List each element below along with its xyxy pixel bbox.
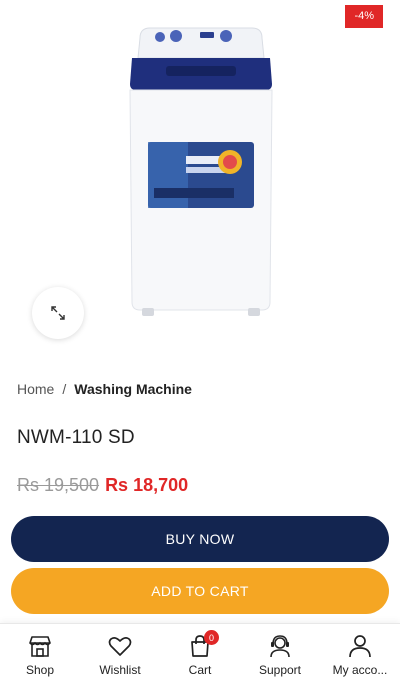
breadcrumb-category-link[interactable]: Washing Machine xyxy=(74,381,192,397)
nav-label-support: Support xyxy=(258,663,302,677)
product-image-area[interactable]: -4% xyxy=(0,0,400,345)
support-agent-icon xyxy=(270,635,290,658)
nav-item-cart[interactable]: 0 Cart xyxy=(160,624,240,681)
heart-icon xyxy=(108,637,132,656)
nav-item-shop[interactable]: Shop xyxy=(0,624,80,681)
breadcrumb-home-link[interactable]: Home xyxy=(17,381,54,397)
nav-label-account: My acco... xyxy=(332,663,388,677)
add-to-cart-button[interactable]: ADD TO CART xyxy=(11,568,389,614)
zoom-button[interactable] xyxy=(32,287,84,339)
nav-item-wishlist[interactable]: Wishlist xyxy=(80,624,160,681)
product-image[interactable] xyxy=(126,20,276,318)
price-row: Rs 19,500 Rs 18,700 xyxy=(17,475,188,496)
buy-now-button[interactable]: BUY NOW xyxy=(11,516,389,562)
nav-item-support[interactable]: Support xyxy=(240,624,320,681)
breadcrumb-separator: / xyxy=(62,381,67,397)
nav-label-wishlist: Wishlist xyxy=(99,663,141,677)
breadcrumb: Home / Washing Machine xyxy=(17,381,192,397)
cart-count-badge: 0 xyxy=(204,630,219,645)
discount-badge: -4% xyxy=(345,5,383,28)
shop-icon xyxy=(29,636,51,657)
nav-label-shop: Shop xyxy=(25,663,55,677)
user-icon xyxy=(349,635,371,658)
bottom-nav: Shop Wishlist 0 Cart Support My acco... xyxy=(0,623,400,681)
sale-price: Rs 18,700 xyxy=(105,475,189,495)
expand-icon xyxy=(51,306,65,320)
nav-label-cart: Cart xyxy=(188,663,212,677)
old-price: Rs 19,500 xyxy=(17,475,100,495)
nav-item-account[interactable]: My acco... xyxy=(320,624,400,681)
product-title: NWM-110 SD xyxy=(17,427,135,448)
